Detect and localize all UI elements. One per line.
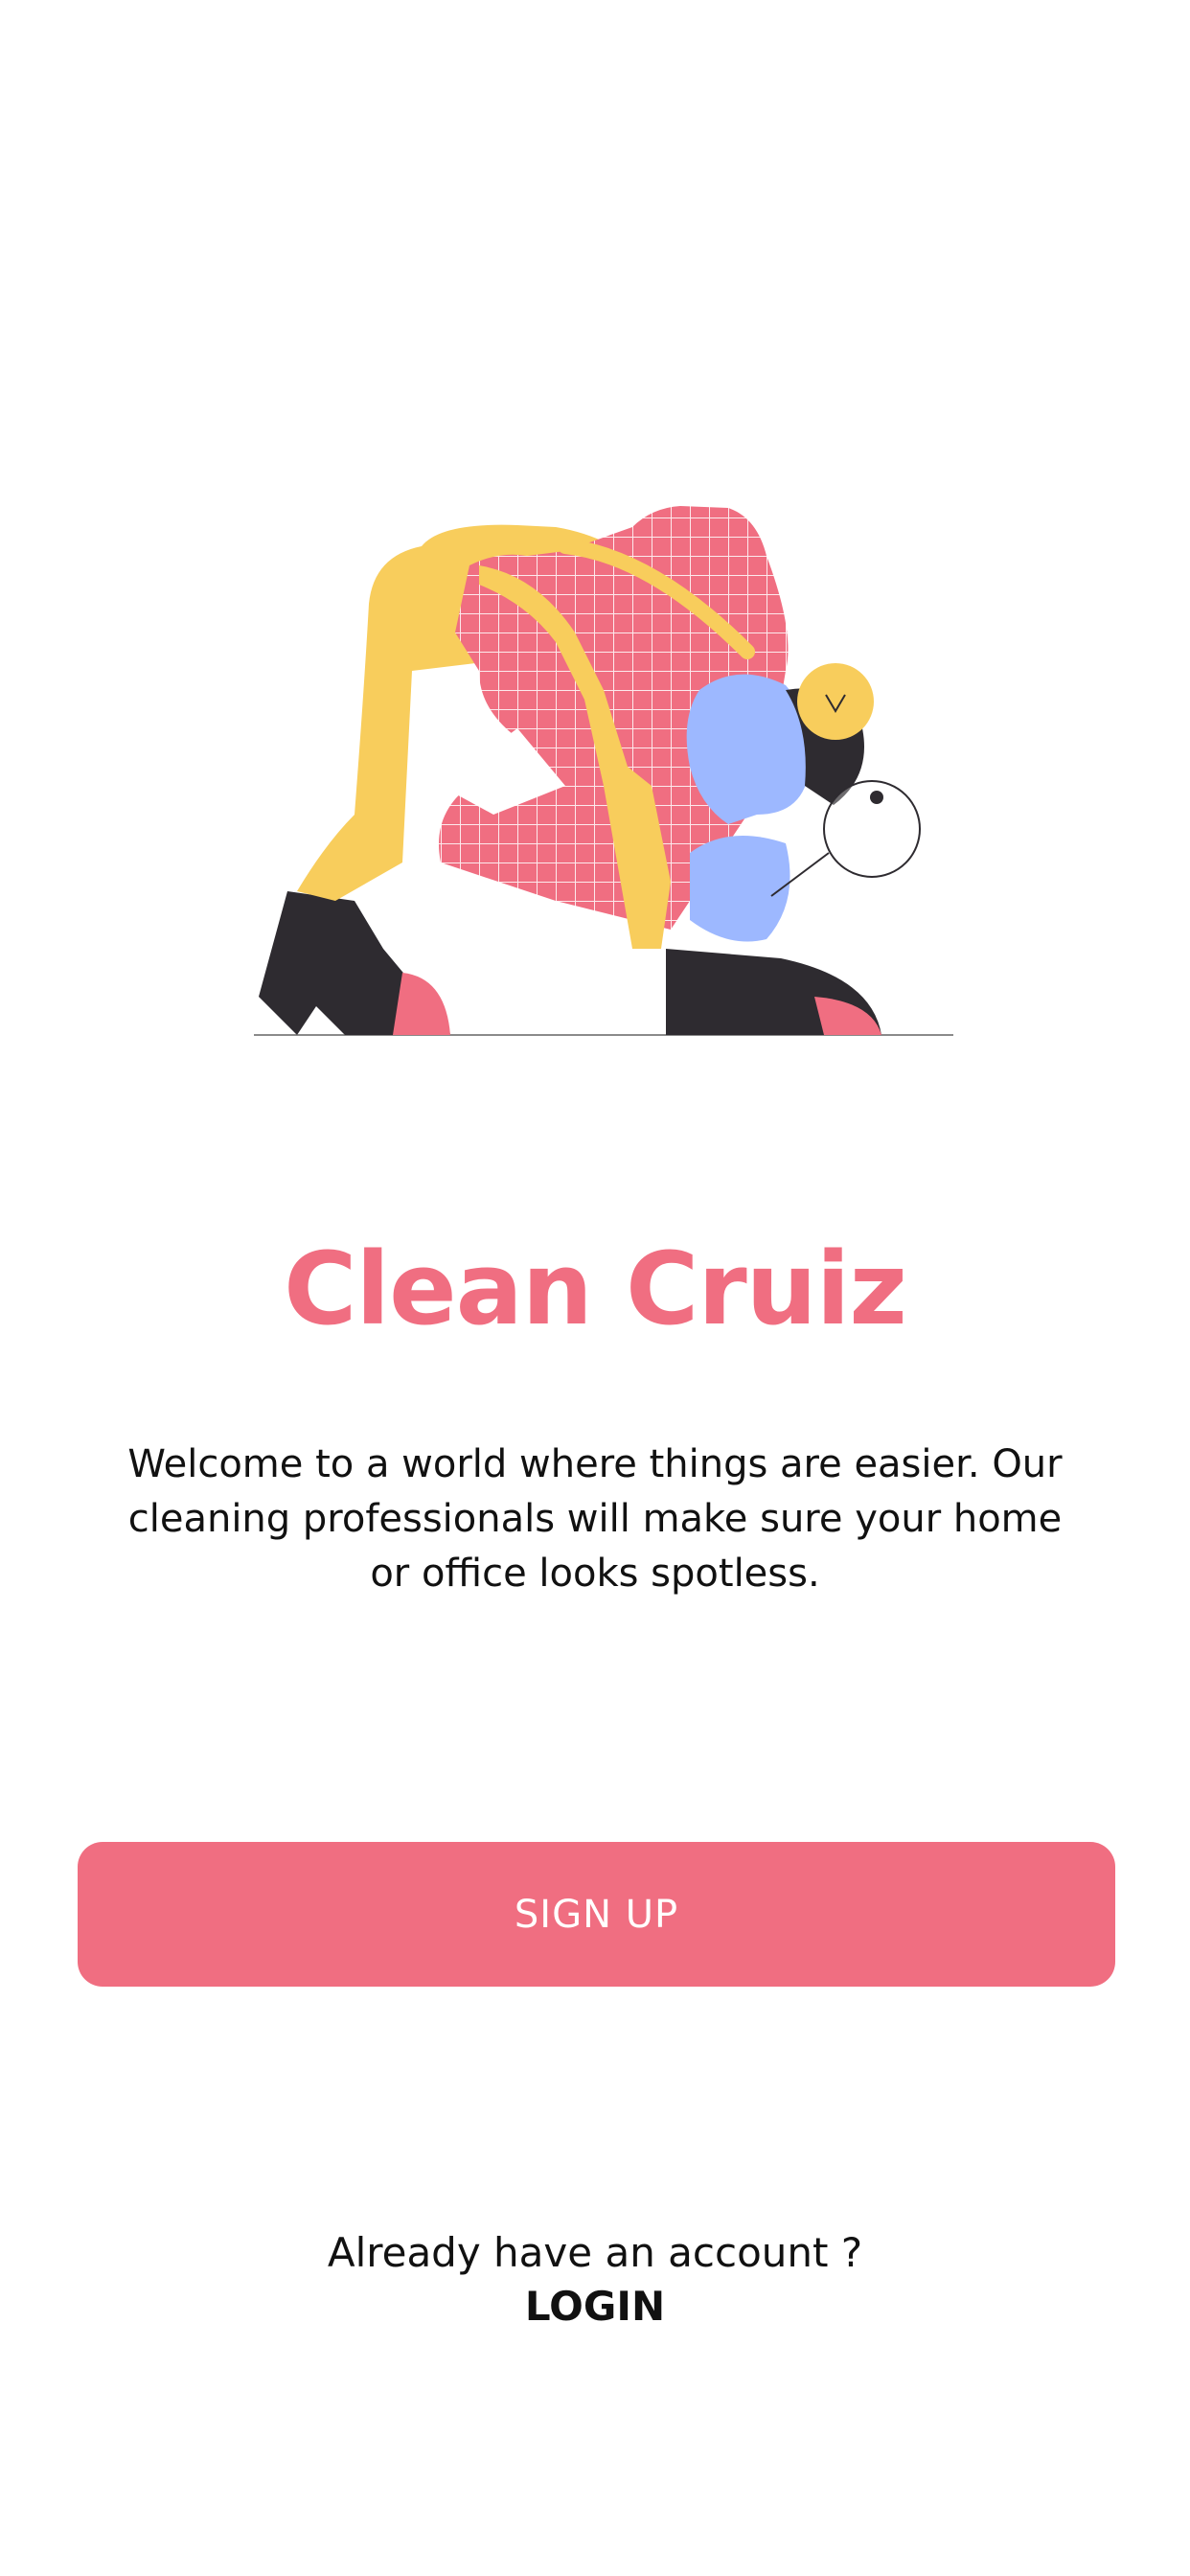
signup-button-label: SIGN UP	[514, 1892, 679, 1937]
login-link[interactable]: LOGIN	[499, 2279, 691, 2334]
login-prompt: Already have an account ?	[327, 2229, 863, 2276]
signup-button[interactable]: SIGN UP	[78, 1842, 1115, 1987]
cleaning-person-illustration	[249, 498, 968, 1045]
app-title: Clean Cruiz	[284, 1230, 907, 1347]
welcome-description: Welcome to a world where things are easi…	[127, 1442, 1063, 1596]
